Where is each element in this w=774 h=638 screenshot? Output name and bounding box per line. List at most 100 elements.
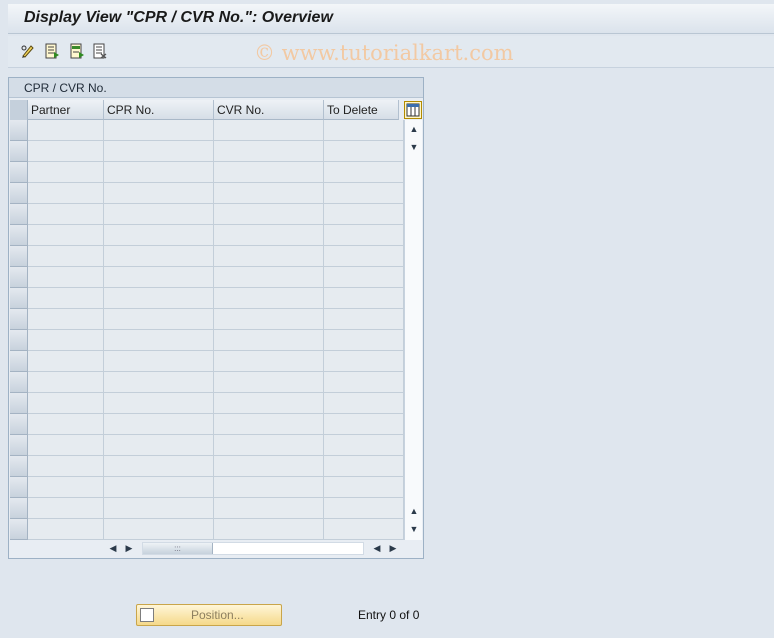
table-cell[interactable] — [104, 120, 214, 141]
table-cell[interactable] — [214, 330, 324, 351]
table-cell[interactable] — [104, 456, 214, 477]
table-cell[interactable] — [28, 204, 104, 225]
table-cell[interactable] — [214, 519, 324, 540]
table-cell[interactable] — [104, 477, 214, 498]
table-cell[interactable] — [104, 183, 214, 204]
table-cell[interactable] — [28, 477, 104, 498]
table-cell[interactable] — [28, 435, 104, 456]
scroll-track[interactable]: ::: — [142, 542, 364, 555]
table-cell[interactable] — [324, 246, 404, 267]
table-cell[interactable] — [104, 309, 214, 330]
table-cell[interactable] — [28, 519, 104, 540]
table-cell[interactable] — [324, 267, 404, 288]
scroll-left-icon[interactable]: ◀ — [107, 542, 119, 554]
table-cell[interactable] — [324, 519, 404, 540]
table-cell[interactable] — [214, 183, 324, 204]
row-selector[interactable] — [10, 120, 28, 141]
table-cell[interactable] — [214, 225, 324, 246]
scroll-up-top-icon[interactable]: ▲ — [409, 124, 419, 134]
table-cell[interactable] — [214, 498, 324, 519]
row-selector[interactable] — [10, 288, 28, 309]
table-cell[interactable] — [324, 393, 404, 414]
table-cell[interactable] — [28, 309, 104, 330]
table-cell[interactable] — [214, 288, 324, 309]
row-selector[interactable] — [10, 435, 28, 456]
scroll-down-top-icon[interactable]: ▼ — [409, 142, 419, 152]
vertical-scrollbar[interactable]: ▲ ▼ ▲ ▼ — [404, 120, 422, 540]
row-selector[interactable] — [10, 477, 28, 498]
scroll-right-icon[interactable]: ▶ — [123, 542, 135, 554]
table-cell[interactable] — [104, 141, 214, 162]
scroll-thumb[interactable]: ::: — [143, 543, 213, 554]
table-cell[interactable] — [104, 330, 214, 351]
table-cell[interactable] — [324, 120, 404, 141]
table-cell[interactable] — [104, 162, 214, 183]
table-cell[interactable] — [28, 456, 104, 477]
copy-as-icon[interactable] — [69, 43, 85, 59]
table-cell[interactable] — [324, 309, 404, 330]
table-cell[interactable] — [28, 498, 104, 519]
column-header-cvr-no[interactable]: CVR No. — [214, 100, 324, 120]
position-button[interactable]: Position... — [136, 604, 282, 626]
row-selector[interactable] — [10, 267, 28, 288]
row-selector[interactable] — [10, 141, 28, 162]
table-cell[interactable] — [214, 141, 324, 162]
table-cell[interactable] — [28, 414, 104, 435]
table-cell[interactable] — [324, 141, 404, 162]
row-selector[interactable] — [10, 414, 28, 435]
row-selector[interactable] — [10, 498, 28, 519]
table-cell[interactable] — [214, 267, 324, 288]
table-cell[interactable] — [214, 120, 324, 141]
row-selector[interactable] — [10, 162, 28, 183]
table-cell[interactable] — [214, 309, 324, 330]
table-cell[interactable] — [28, 141, 104, 162]
row-selector[interactable] — [10, 372, 28, 393]
row-selector[interactable] — [10, 204, 28, 225]
table-cell[interactable] — [214, 456, 324, 477]
select-all-button[interactable] — [10, 100, 28, 120]
table-cell[interactable] — [214, 372, 324, 393]
scroll-up-bottom-icon[interactable]: ▲ — [409, 506, 419, 516]
table-cell[interactable] — [324, 456, 404, 477]
table-cell[interactable] — [28, 393, 104, 414]
table-cell[interactable] — [324, 204, 404, 225]
table-cell[interactable] — [28, 372, 104, 393]
table-cell[interactable] — [28, 351, 104, 372]
table-cell[interactable] — [214, 351, 324, 372]
row-selector[interactable] — [10, 330, 28, 351]
scroll-right-end-icon[interactable]: ▶ — [387, 542, 399, 554]
table-cell[interactable] — [214, 246, 324, 267]
table-cell[interactable] — [104, 204, 214, 225]
table-cell[interactable] — [28, 183, 104, 204]
table-cell[interactable] — [104, 267, 214, 288]
table-cell[interactable] — [104, 435, 214, 456]
table-cell[interactable] — [28, 267, 104, 288]
delete-icon[interactable] — [92, 43, 108, 59]
table-cell[interactable] — [104, 519, 214, 540]
table-cell[interactable] — [28, 120, 104, 141]
table-cell[interactable] — [324, 288, 404, 309]
table-cell[interactable] — [28, 162, 104, 183]
scroll-left-end-icon[interactable]: ◀ — [371, 542, 383, 554]
table-cell[interactable] — [324, 414, 404, 435]
table-cell[interactable] — [324, 477, 404, 498]
pencil-glasses-icon[interactable] — [20, 43, 36, 59]
row-selector[interactable] — [10, 519, 28, 540]
table-cell[interactable] — [214, 435, 324, 456]
new-entries-icon[interactable] — [44, 43, 60, 59]
table-cell[interactable] — [28, 288, 104, 309]
table-cell[interactable] — [104, 288, 214, 309]
row-selector[interactable] — [10, 456, 28, 477]
table-cell[interactable] — [214, 204, 324, 225]
row-selector[interactable] — [10, 393, 28, 414]
table-cell[interactable] — [324, 435, 404, 456]
table-cell[interactable] — [28, 330, 104, 351]
column-header-to-delete[interactable]: To Delete — [324, 100, 399, 120]
column-header-cpr-no[interactable]: CPR No. — [104, 100, 214, 120]
table-cell[interactable] — [324, 225, 404, 246]
table-cell[interactable] — [324, 183, 404, 204]
table-cell[interactable] — [214, 162, 324, 183]
table-cell[interactable] — [324, 372, 404, 393]
table-cell[interactable] — [104, 246, 214, 267]
table-cell[interactable] — [214, 477, 324, 498]
